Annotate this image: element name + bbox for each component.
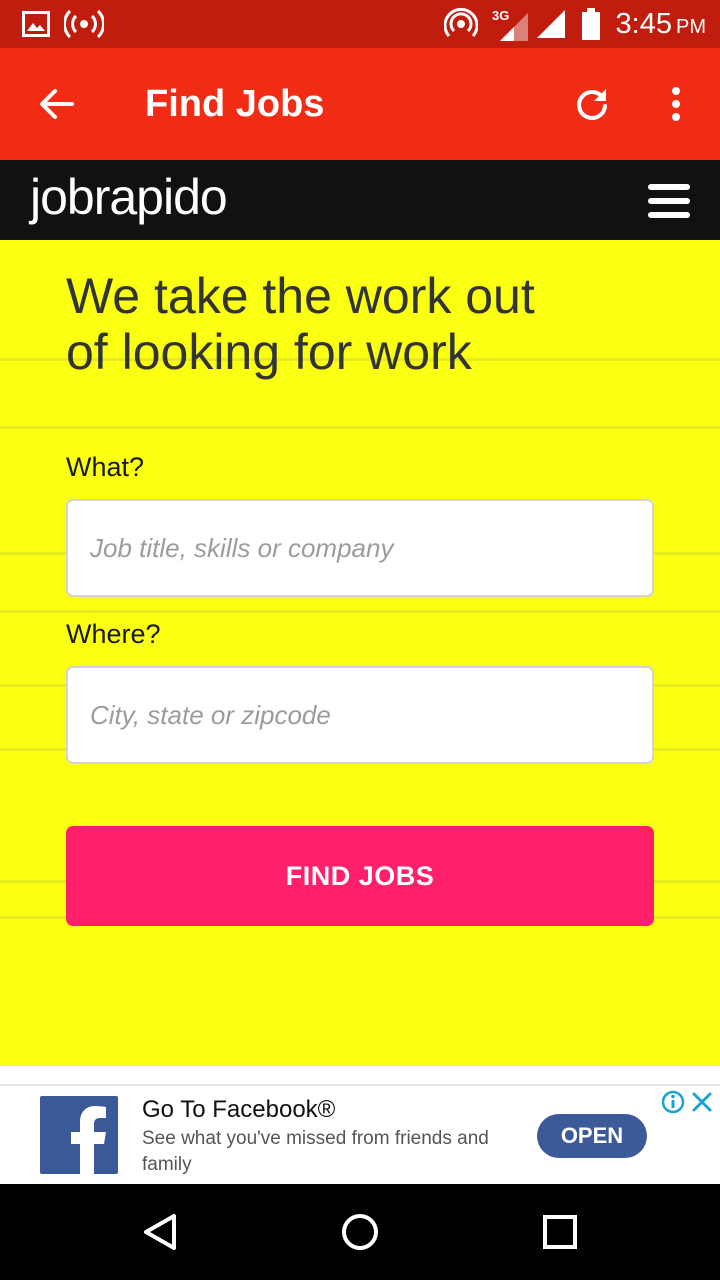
ad-banner[interactable]: Go To Facebook® See what you've missed f… [0,1084,720,1184]
more-vert-icon[interactable] [648,76,704,132]
find-jobs-button[interactable]: FIND JOBS [66,826,654,926]
system-nav-bar [0,1184,720,1280]
status-bar: 3G 3:45 PM [0,0,720,48]
what-label: What? [66,452,145,482]
hotspot-icon [444,0,478,48]
ad-description: See what you've missed from friends and … [142,1128,489,1175]
info-icon[interactable] [661,1090,685,1114]
clock-ampm: PM [676,15,706,38]
clock: 3:45 PM [616,0,706,48]
signal-3g-icon: 3G [490,0,530,48]
clock-time: 3:45 [615,7,672,40]
signal-icon [536,0,566,48]
back-triangle-icon[interactable] [136,1208,184,1256]
brand-bar: jobrapido [0,160,720,240]
jobrapido-logo[interactable]: jobrapido [30,168,228,226]
gallery-icon [22,0,50,48]
hamburger-menu-icon[interactable] [648,184,690,218]
broadcast-icon [64,0,104,48]
battery-icon [580,0,602,48]
ad-open-button[interactable]: OPEN [537,1114,647,1158]
headline-line-1: We take the work out [66,268,535,324]
search-hero: We take the work out of looking for work… [0,240,720,1066]
headline-line-2: of looking for work [66,324,472,380]
refresh-icon[interactable] [564,76,620,132]
where-field[interactable] [66,666,654,764]
where-label: Where? [66,619,161,649]
home-circle-icon[interactable] [336,1208,384,1256]
hero-headline: We take the work out of looking for work [66,268,626,380]
what-input[interactable] [68,501,652,595]
app-bar: Find Jobs [0,48,720,160]
what-field[interactable] [66,499,654,597]
page-title: Find Jobs [145,82,325,125]
ad-title[interactable]: Go To Facebook® [142,1096,335,1124]
facebook-logo-icon[interactable] [40,1096,118,1174]
back-arrow-icon[interactable] [28,76,84,132]
svg-text:3G: 3G [492,8,509,23]
close-icon[interactable] [690,1090,714,1114]
where-input[interactable] [68,668,652,762]
recents-square-icon[interactable] [536,1208,584,1256]
